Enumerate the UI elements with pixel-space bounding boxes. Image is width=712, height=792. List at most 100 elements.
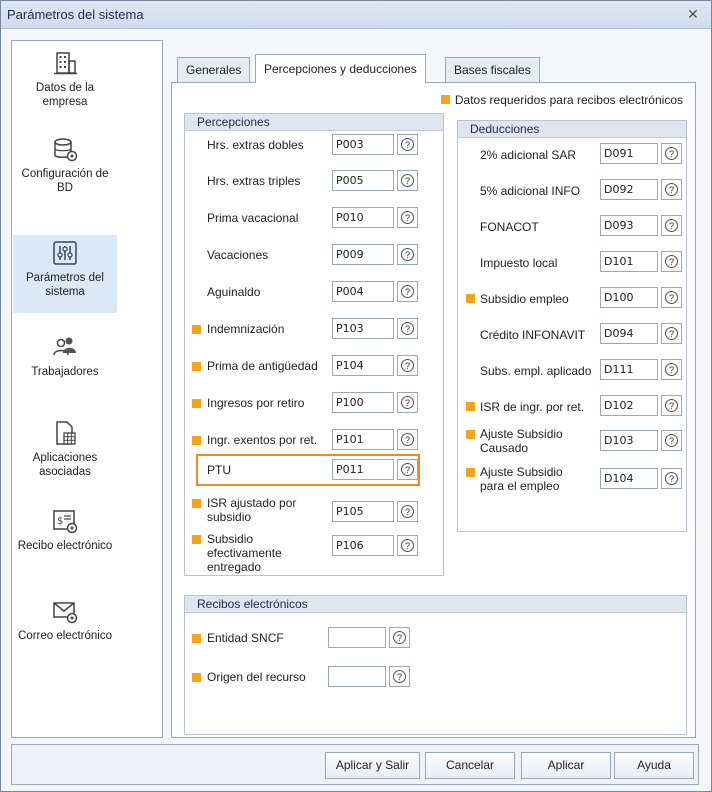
tab-panel: Datos requeridos para recibos electrónic… (171, 82, 696, 738)
concept-field[interactable]: P105 (332, 501, 394, 522)
database-gear-icon (54, 138, 78, 162)
field-label: Indemnización (207, 322, 285, 336)
concept-field[interactable]: D091 (600, 143, 658, 164)
sidebar-item-datos-empresa[interactable]: Datos de la empresa (13, 49, 117, 125)
help-icon[interactable]: ? (661, 287, 682, 308)
group-title: Recibos electrónicos (185, 596, 686, 613)
sidebar-item-parametros-sistema[interactable]: Parámetros del sistema (13, 235, 117, 313)
field-label: Aguinaldo (207, 285, 261, 299)
entidad-sncf-field[interactable] (328, 627, 386, 648)
help-icon[interactable]: ? (661, 395, 682, 416)
required-marker (466, 430, 475, 439)
field-label: Ingr. exentos por ret. (207, 433, 318, 447)
field-label: Hrs. extras triples (207, 174, 301, 188)
sidebar-item-correo-electronico[interactable]: Correo electrónico (13, 597, 117, 673)
help-icon[interactable]: ? (661, 323, 682, 344)
field-label: 5% adicional INFO (480, 184, 581, 198)
field-label: ISR ajustado por subsidio (207, 496, 297, 524)
sidebar-item-label: Configuración de BD (21, 168, 109, 194)
dialog-window: Parámetros del sistema ✕ Datos de la emp… (0, 0, 712, 792)
concept-field[interactable]: P010 (332, 207, 394, 228)
required-marker (466, 294, 475, 303)
concept-field[interactable]: D102 (600, 395, 658, 416)
concept-field[interactable]: D092 (600, 179, 658, 200)
help-icon[interactable]: ? (397, 392, 418, 413)
field-label: Crédito INFONAVIT (480, 328, 586, 342)
required-marker (466, 402, 475, 411)
field-label: PTU (207, 463, 231, 477)
envelope-gear-icon (53, 602, 78, 624)
field-label: Entidad SNCF (207, 631, 284, 645)
help-icon[interactable]: ? (661, 430, 682, 451)
percepciones-group: Percepciones Hrs. extras dobles P003 ? H… (184, 113, 444, 576)
sidebar-item-label: Correo electrónico (18, 630, 112, 642)
required-marker (192, 634, 201, 643)
origen-recurso-field[interactable] (328, 666, 386, 687)
field-label: Vacaciones (207, 248, 269, 262)
help-icon[interactable]: ? (397, 134, 418, 155)
help-icon[interactable]: ? (389, 627, 410, 648)
field-label: Subsidio empleo (480, 292, 569, 306)
help-icon[interactable]: ? (397, 429, 418, 450)
field-label: Prima vacacional (207, 211, 299, 225)
concept-field[interactable]: P004 (332, 281, 394, 302)
sidebar-item-label: Trabajadores (31, 366, 99, 378)
help-icon[interactable]: ? (397, 535, 418, 556)
help-icon[interactable]: ? (661, 179, 682, 200)
concept-field[interactable]: P003 (332, 134, 394, 155)
required-marker (466, 468, 475, 477)
tab-percepciones-deducciones[interactable]: Percepciones y deducciones (255, 54, 426, 83)
sidebar-item-aplicaciones-asociadas[interactable]: Aplicaciones asociadas (13, 419, 117, 493)
concept-field[interactable]: P005 (332, 170, 394, 191)
help-icon[interactable]: ? (661, 468, 682, 489)
field-label: Ajuste Subsidio Causado (480, 427, 563, 455)
help-icon[interactable]: ? (661, 143, 682, 164)
concept-field[interactable]: D094 (600, 323, 658, 344)
group-title: Deducciones (458, 121, 686, 138)
help-icon[interactable]: ? (397, 318, 418, 339)
help-icon[interactable]: ? (397, 501, 418, 522)
help-icon[interactable]: ? (397, 170, 418, 191)
close-icon[interactable]: ✕ (685, 6, 701, 22)
concept-field[interactable]: D111 (600, 359, 658, 380)
cancel-button[interactable]: Cancelar (425, 752, 515, 779)
required-marker (192, 499, 201, 508)
concept-field[interactable]: D101 (600, 251, 658, 272)
help-icon[interactable]: ? (661, 251, 682, 272)
tab-generales[interactable]: Generales (177, 57, 251, 82)
field-label: 2% adicional SAR (480, 148, 577, 162)
required-marker (192, 325, 201, 334)
help-icon[interactable]: ? (397, 244, 418, 265)
sidebar-item-configuracion-bd[interactable]: Configuración de BD (13, 135, 117, 215)
concept-field[interactable]: D093 (600, 215, 658, 236)
sidebar-item-label: Datos de la empresa (35, 82, 95, 108)
help-icon[interactable]: ? (397, 281, 418, 302)
concept-field[interactable]: P104 (332, 355, 394, 376)
tab-bases-fiscales[interactable]: Bases fiscales (445, 57, 540, 82)
concept-field[interactable]: P106 (332, 535, 394, 556)
sidebar-item-recibo-electronico[interactable]: $ Recibo electrónico (13, 507, 117, 583)
title-bar: Parámetros del sistema ✕ (1, 1, 711, 29)
concept-field[interactable]: P101 (332, 429, 394, 450)
apply-exit-button[interactable]: Aplicar y Salir (325, 752, 420, 779)
help-icon[interactable]: ? (661, 359, 682, 380)
help-icon[interactable]: ? (397, 207, 418, 228)
help-icon[interactable]: ? (389, 666, 410, 687)
window-title: Parámetros del sistema (7, 7, 144, 22)
concept-field[interactable]: P100 (332, 392, 394, 413)
concept-field[interactable]: D100 (600, 287, 658, 308)
svg-text:$: $ (57, 516, 63, 527)
sidebar-item-trabajadores[interactable]: Trabajadores (13, 333, 117, 393)
concept-field[interactable]: D104 (600, 468, 658, 489)
help-button[interactable]: Ayuda (614, 752, 694, 779)
concept-field[interactable]: P009 (332, 244, 394, 265)
help-icon[interactable]: ? (397, 459, 418, 480)
concept-field[interactable]: P103 (332, 318, 394, 339)
concept-field[interactable]: D103 (600, 430, 658, 451)
help-icon[interactable]: ? (661, 215, 682, 236)
concept-field[interactable]: P011 (332, 459, 394, 480)
recibos-group: Recibos electrónicos Entidad SNCF ? Orig… (184, 595, 687, 735)
help-icon[interactable]: ? (397, 355, 418, 376)
apply-button[interactable]: Aplicar (521, 752, 611, 779)
field-label: FONACOT (480, 220, 539, 234)
